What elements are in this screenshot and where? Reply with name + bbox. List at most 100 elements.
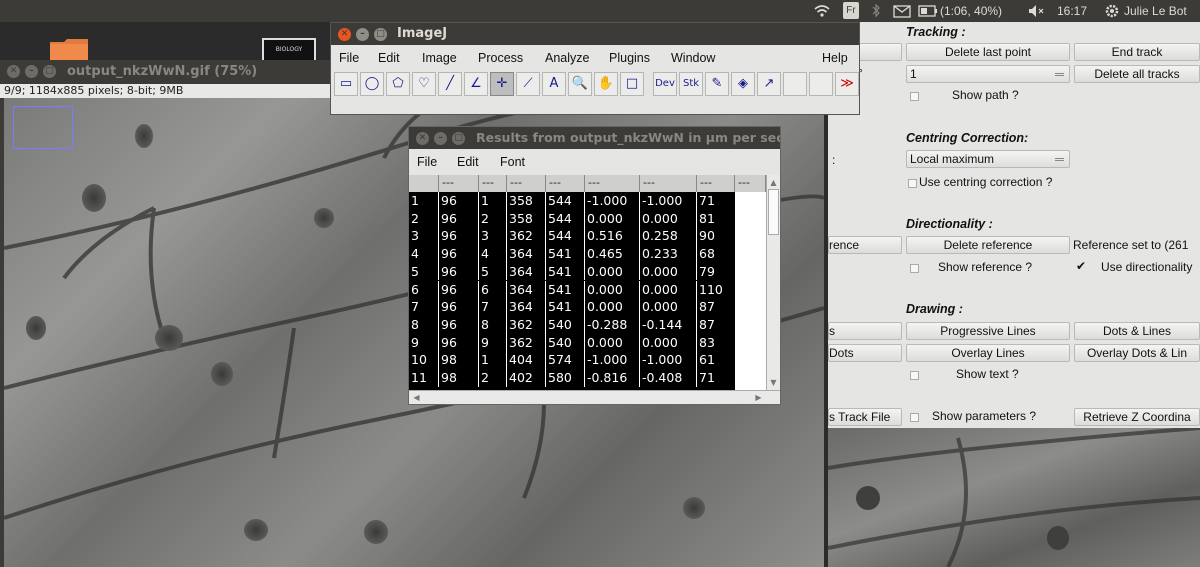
freehand-tool[interactable]: ♡ bbox=[412, 72, 436, 96]
column-header[interactable]: --- bbox=[479, 175, 507, 192]
results-table[interactable]: --- --- --- --- --- --- --- --- 1 96 1 358 544 -1.00… bbox=[409, 175, 766, 390]
close-icon[interactable]: ✕ bbox=[7, 65, 20, 78]
delete-last-point-button[interactable]: Delete last point bbox=[906, 43, 1070, 61]
show-path-checkbox[interactable] bbox=[910, 92, 919, 101]
table-row[interactable]: 2 96 2 358 544 0.000 0.000 81 bbox=[409, 209, 739, 228]
results-titlebar[interactable]: ✕ – □ Results from output_nkzWwN in µm p… bbox=[409, 127, 780, 149]
table-row[interactable]: 9 96 9 362 540 0.000 0.000 83 bbox=[409, 333, 739, 352]
roi-selection[interactable] bbox=[13, 106, 73, 149]
imagej-titlebar[interactable]: ✕ – □ ImageJ bbox=[331, 23, 859, 45]
desktop-thumbnail[interactable]: BIOLOGY bbox=[262, 38, 316, 62]
text-tool[interactable]: A bbox=[542, 72, 566, 96]
show-parameters-checkbox[interactable] bbox=[910, 413, 919, 422]
close-icon[interactable]: ✕ bbox=[416, 132, 429, 145]
results-menu-edit[interactable]: Edit bbox=[457, 155, 479, 169]
menu-edit[interactable]: Edit bbox=[378, 51, 400, 65]
arrow-tool[interactable]: ↗ bbox=[757, 72, 781, 96]
scroll-down-icon[interactable]: ▼ bbox=[768, 377, 779, 388]
point-tool[interactable]: ✛ bbox=[490, 72, 514, 96]
line-tool[interactable]: ╱ bbox=[438, 72, 462, 96]
wifi-icon[interactable] bbox=[813, 0, 831, 22]
results-menu-file[interactable]: File bbox=[417, 155, 437, 169]
minimize-icon[interactable]: – bbox=[356, 28, 369, 41]
scroll-right-icon[interactable]: ▶ bbox=[753, 392, 764, 403]
keyboard-layout-indicator[interactable]: Fr bbox=[843, 2, 859, 19]
column-header[interactable] bbox=[409, 175, 439, 192]
overlay-dots-and-lines-button[interactable]: Overlay Dots & Lin bbox=[1074, 344, 1200, 362]
clock[interactable]: 16:17 bbox=[1057, 0, 1087, 22]
blank-tool-2[interactable] bbox=[809, 72, 833, 96]
table-row[interactable]: 5 96 5 364 541 0.000 0.000 79 bbox=[409, 262, 739, 281]
use-directionality-checkbox[interactable]: ✔ bbox=[1076, 260, 1086, 272]
folder-icon[interactable] bbox=[48, 38, 90, 62]
polygon-tool[interactable]: ⬠ bbox=[386, 72, 410, 96]
table-row[interactable]: 1 96 1 358 544 -1.000 -1.000 71 bbox=[409, 192, 739, 210]
menu-image[interactable]: Image bbox=[422, 51, 457, 65]
column-header[interactable]: --- bbox=[697, 175, 735, 192]
dev-tool[interactable]: Dev bbox=[653, 72, 677, 96]
column-header[interactable]: --- bbox=[640, 175, 697, 192]
progressive-lines-button[interactable]: Progressive Lines bbox=[906, 322, 1070, 340]
dots-button[interactable]: s bbox=[828, 322, 902, 340]
rectangle-tool[interactable]: ▭ bbox=[334, 72, 358, 96]
menu-plugins[interactable]: Plugins bbox=[609, 51, 650, 65]
dots-and-lines-button[interactable]: Dots & Lines bbox=[1074, 322, 1200, 340]
delete-all-tracks-button[interactable]: Delete all tracks bbox=[1074, 65, 1200, 83]
column-header[interactable]: --- bbox=[439, 175, 479, 192]
load-track-file-button[interactable]: s Track File bbox=[828, 408, 902, 426]
hand-tool[interactable]: ✋ bbox=[594, 72, 618, 96]
bluetooth-icon[interactable] bbox=[871, 0, 881, 22]
overlay-lines-button[interactable]: Overlay Lines bbox=[906, 344, 1070, 362]
scroll-up-icon[interactable]: ▲ bbox=[768, 177, 779, 188]
table-row[interactable]: 11 98 2 402 580 -0.816 -0.408 71 bbox=[409, 369, 739, 387]
use-centring-checkbox[interactable] bbox=[908, 179, 917, 188]
scroll-left-icon[interactable]: ◀ bbox=[411, 392, 422, 403]
zoom-tool[interactable]: 🔍 bbox=[568, 72, 592, 96]
user-name[interactable]: Julie Le Bot bbox=[1124, 0, 1187, 22]
overlay-dots-button[interactable]: Dots bbox=[828, 344, 902, 362]
color-picker-tool[interactable]: □ bbox=[620, 72, 644, 96]
settings-gear-icon[interactable] bbox=[1104, 0, 1120, 22]
blank-tool-1[interactable] bbox=[783, 72, 807, 96]
more-tools[interactable]: ≫ bbox=[835, 72, 859, 96]
column-header[interactable]: --- bbox=[507, 175, 546, 192]
add-reference-button[interactable]: rence bbox=[828, 236, 902, 254]
flood-fill-tool[interactable]: ◈ bbox=[731, 72, 755, 96]
table-row[interactable]: 8 96 8 362 540 -0.288 -0.144 87 bbox=[409, 315, 739, 334]
delete-reference-button[interactable]: Delete reference bbox=[906, 236, 1070, 254]
retrieve-z-coordinates-button[interactable]: Retrieve Z Coordina bbox=[1074, 408, 1200, 426]
menu-window[interactable]: Window bbox=[671, 51, 715, 65]
minimize-icon[interactable]: – bbox=[434, 132, 447, 145]
menu-analyze[interactable]: Analyze bbox=[545, 51, 589, 65]
brush-tool[interactable]: ✎ bbox=[705, 72, 729, 96]
menu-process[interactable]: Process bbox=[478, 51, 523, 65]
mail-icon[interactable] bbox=[893, 0, 911, 22]
results-menu-font[interactable]: Font bbox=[500, 155, 525, 169]
battery-icon[interactable] bbox=[918, 0, 938, 22]
show-text-checkbox[interactable] bbox=[910, 371, 919, 380]
minimize-icon[interactable]: – bbox=[25, 65, 38, 78]
centring-method-dropdown[interactable]: Local maximum bbox=[906, 150, 1070, 168]
angle-tool[interactable]: ∠ bbox=[464, 72, 488, 96]
wand-tool[interactable]: ⟋ bbox=[516, 72, 540, 96]
menu-help[interactable]: Help bbox=[822, 51, 848, 65]
results-vertical-scrollbar[interactable]: ▲ ▼ bbox=[766, 175, 780, 390]
volume-icon[interactable] bbox=[1027, 0, 1045, 22]
stk-tool[interactable]: Stk bbox=[679, 72, 703, 96]
table-row[interactable]: 6 96 6 364 541 0.000 0.000 110 bbox=[409, 280, 739, 299]
end-track-button[interactable]: End track bbox=[1074, 43, 1200, 61]
maximize-icon[interactable]: □ bbox=[374, 28, 387, 41]
maximize-icon[interactable]: □ bbox=[452, 132, 465, 145]
show-reference-checkbox[interactable] bbox=[910, 264, 919, 273]
results-horizontal-scrollbar[interactable]: ◀ ▶ bbox=[409, 390, 780, 404]
column-header[interactable]: --- bbox=[546, 175, 585, 192]
table-row[interactable]: 10 98 1 404 574 -1.000 -1.000 61 bbox=[409, 351, 739, 369]
table-row[interactable]: 7 96 7 364 541 0.000 0.000 87 bbox=[409, 298, 739, 316]
menu-file[interactable]: File bbox=[339, 51, 359, 65]
column-header[interactable]: --- bbox=[585, 175, 640, 192]
table-row[interactable]: 4 96 4 364 541 0.465 0.233 68 bbox=[409, 245, 739, 263]
column-header[interactable]: --- bbox=[735, 175, 766, 192]
scroll-thumb[interactable] bbox=[768, 189, 779, 235]
maximize-icon[interactable]: □ bbox=[43, 65, 56, 78]
oval-tool[interactable]: ◯ bbox=[360, 72, 384, 96]
